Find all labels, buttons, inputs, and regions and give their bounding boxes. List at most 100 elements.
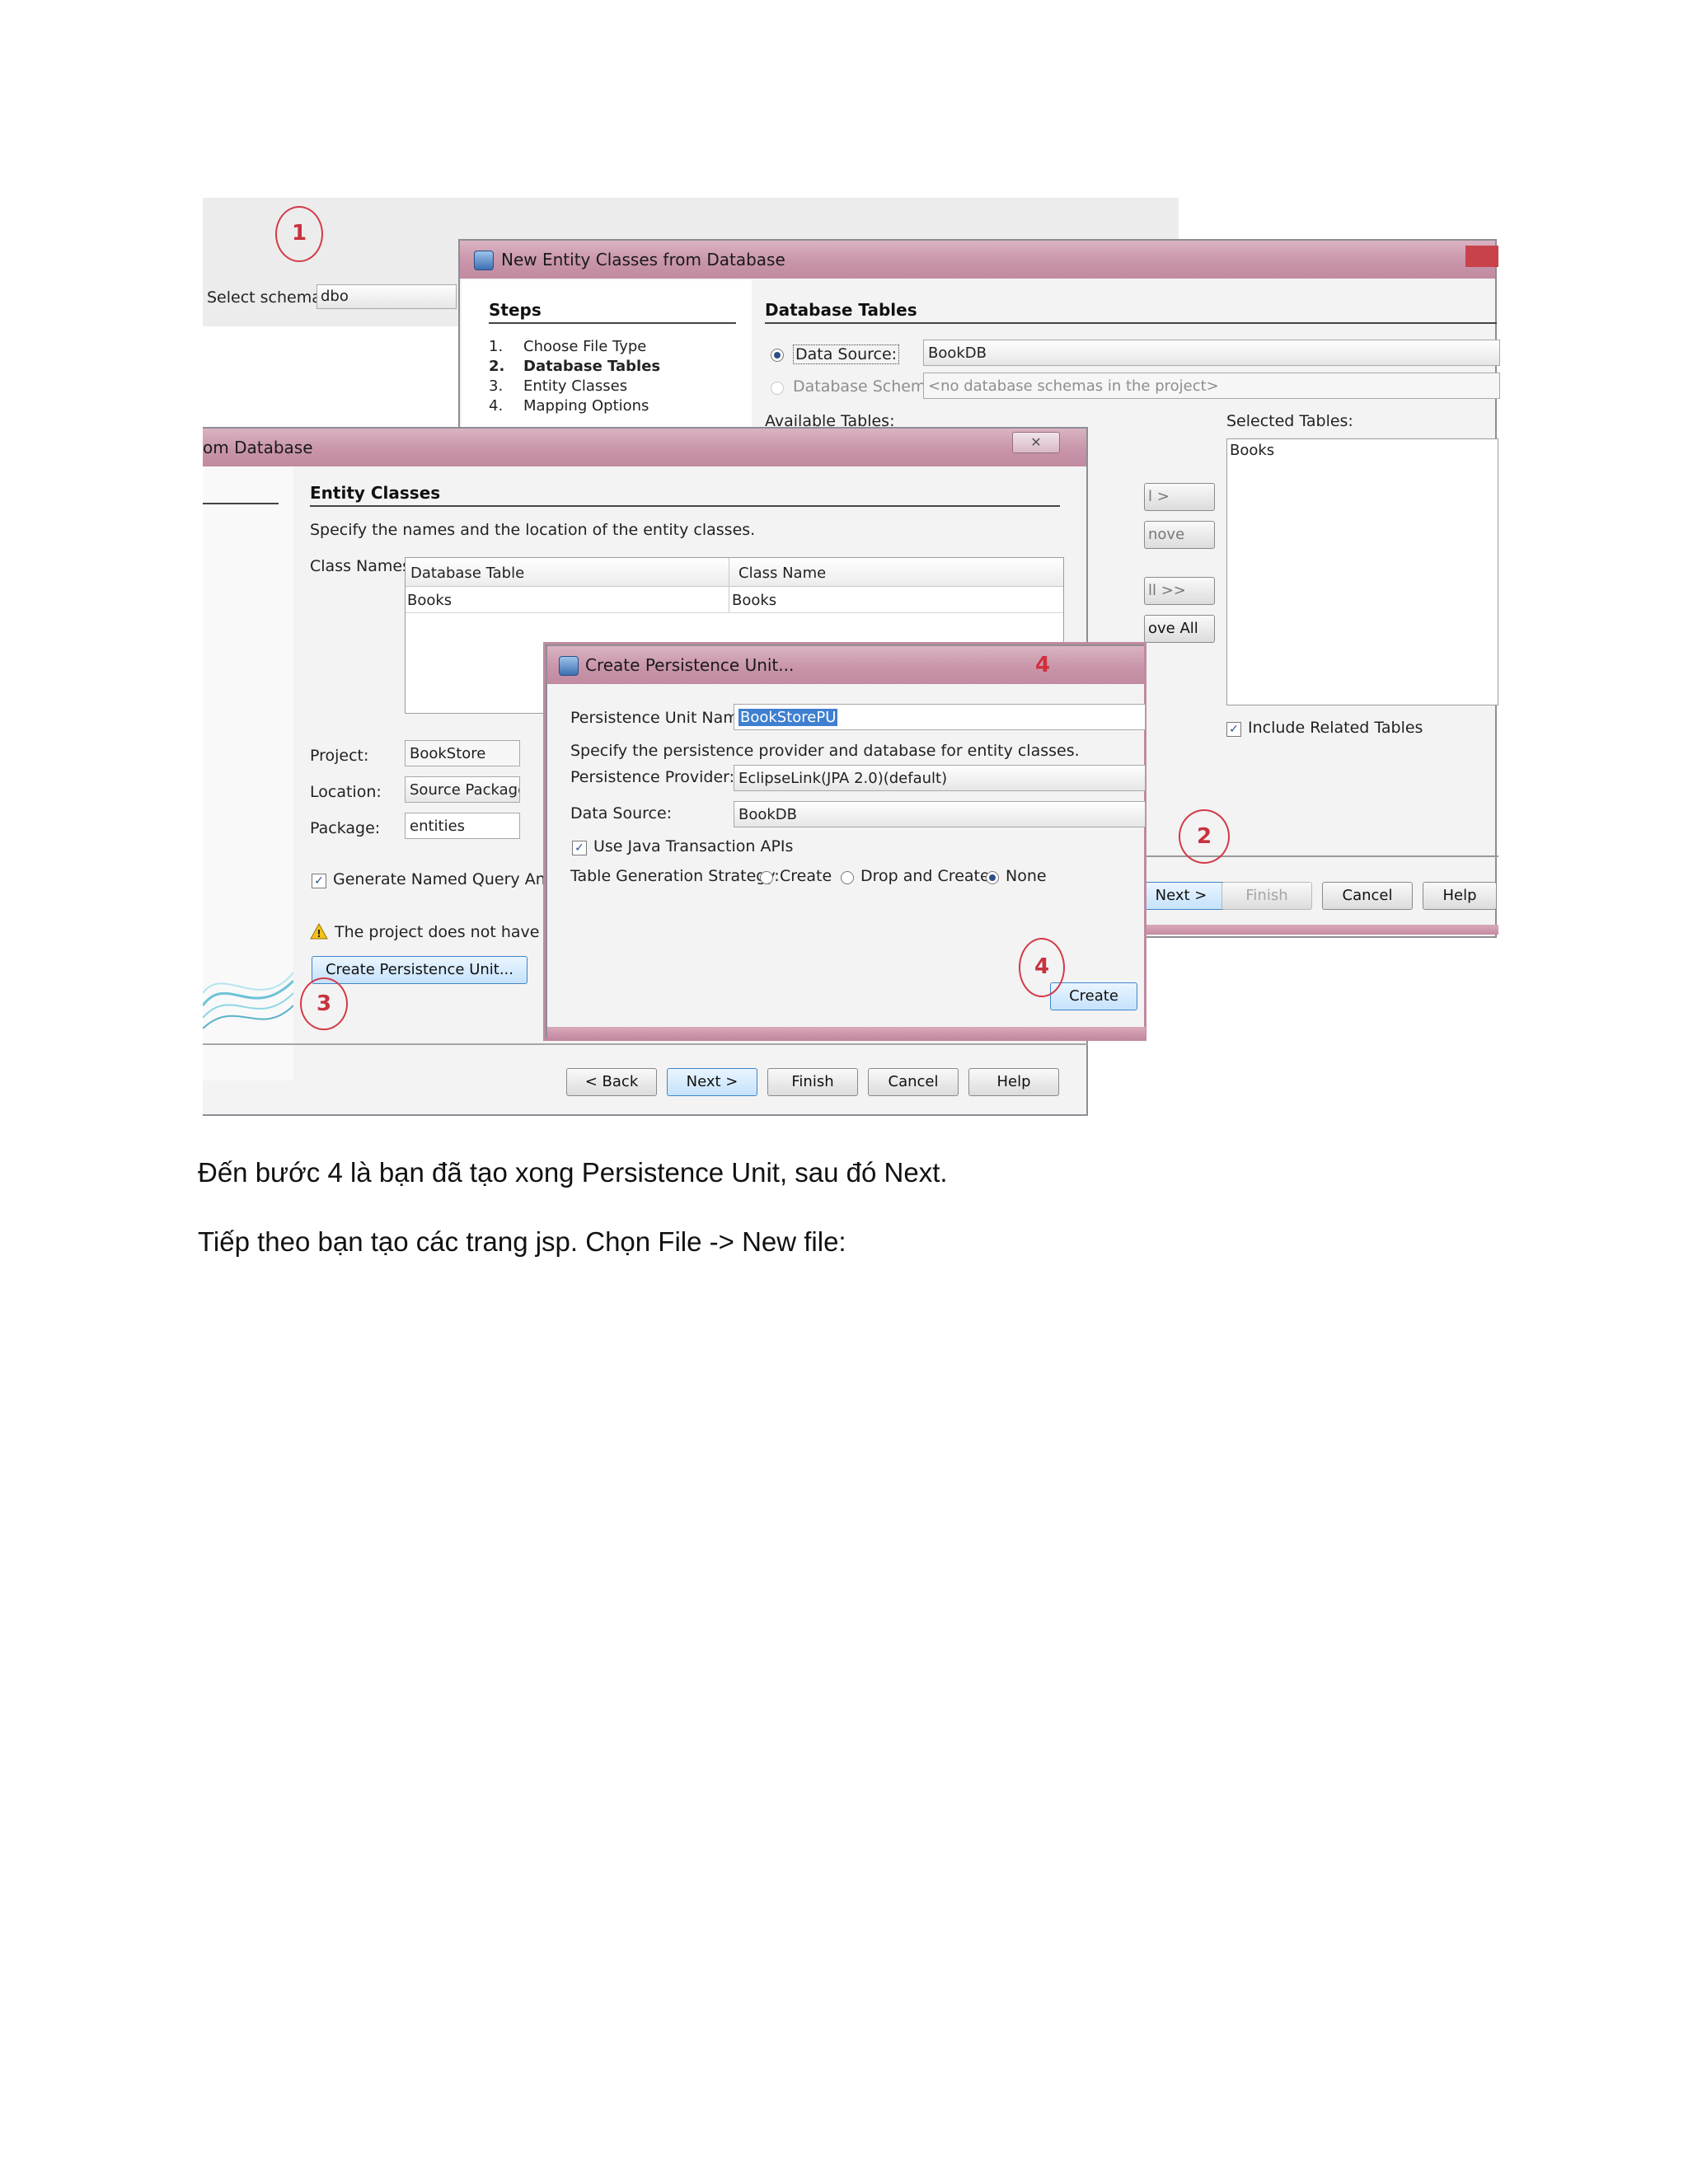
step-label: Database Tables <box>523 358 661 375</box>
data-source-label: Data Source: <box>570 804 673 823</box>
step-marker-4: 4 <box>1019 938 1065 997</box>
selected-tables-list[interactable]: Books <box>1226 438 1498 705</box>
warning-icon: ! <box>310 923 328 940</box>
package-field[interactable]: entities <box>405 813 520 839</box>
step-number: 1. <box>489 338 504 355</box>
list-item[interactable]: Books <box>1230 442 1274 459</box>
step-marker-1: 1 <box>275 206 323 262</box>
dialog2-close-button[interactable]: ✕ <box>1012 432 1060 453</box>
database-schema-label: Database Schema <box>793 377 936 396</box>
entity-classes-rule <box>310 505 1060 507</box>
add-all-button[interactable]: ll >> <box>1144 577 1215 605</box>
svg-text:!: ! <box>316 928 321 940</box>
data-source-radio[interactable] <box>771 349 784 362</box>
provider-select[interactable]: EclipseLink(JPA 2.0)(default) <box>734 765 1146 791</box>
step-item: 4. Mapping Options <box>489 397 649 415</box>
strategy-create-label: Create <box>780 867 832 885</box>
database-tables-rule <box>765 322 1497 324</box>
pu-name-label: Persistence Unit Name: <box>570 709 753 727</box>
dialog1-title: New Entity Classes from Database <box>501 250 785 269</box>
dialog2-cancel-button[interactable]: Cancel <box>868 1068 959 1096</box>
data-source-label: Data Source: <box>793 344 900 364</box>
strategy-drop-create-radio[interactable] <box>841 871 854 884</box>
paragraph-next-jsp: Tiếp theo bạn tạo các trang jsp. Chọn Fi… <box>198 1226 846 1257</box>
step-number: 4. <box>489 397 504 415</box>
remove-button[interactable]: nove <box>1144 521 1215 549</box>
strategy-drop-create-label: Drop and Create <box>860 867 990 885</box>
class-names-label: Class Names: <box>310 557 416 575</box>
dialog2-help-button[interactable]: Help <box>968 1068 1059 1096</box>
include-related-checkbox[interactable]: ✓ <box>1226 722 1241 737</box>
step-number: 2. <box>489 358 505 375</box>
strategy-none-radio[interactable] <box>986 871 999 884</box>
include-related-label: Include Related Tables <box>1248 719 1423 737</box>
close-icon[interactable] <box>1465 246 1498 267</box>
entity-classes-description: Specify the names and the location of th… <box>310 521 756 539</box>
strategy-label: Table Generation Strategy: <box>570 867 780 885</box>
dialog1-next-button[interactable]: Next > <box>1136 882 1226 910</box>
column-header-class-name[interactable]: Class Name <box>738 565 826 582</box>
dialog2-next-button[interactable]: Next > <box>667 1068 757 1096</box>
database-tables-heading: Database Tables <box>765 300 917 320</box>
table-cell: Books <box>407 592 452 609</box>
step-item: 3. Entity Classes <box>489 377 627 395</box>
table-cell[interactable]: Books <box>732 592 776 609</box>
dialog2-finish-button[interactable]: Finish <box>767 1068 858 1096</box>
netbeans-icon <box>474 251 494 270</box>
pu-description: Specify the persistence provider and dat… <box>570 742 1080 760</box>
pu-name-field[interactable]: BookStorePU <box>734 704 1146 730</box>
step-label: Choose File Type <box>523 338 647 355</box>
dialog2-back-button[interactable]: < Back <box>566 1068 657 1096</box>
dialog2-button-separator <box>203 1043 1088 1045</box>
dialog3-title: Create Persistence Unit... <box>585 655 795 675</box>
remove-all-button[interactable]: ove All <box>1144 615 1215 643</box>
jta-checkbox[interactable]: ✓ <box>572 841 587 855</box>
add-button[interactable]: l > <box>1144 483 1215 511</box>
data-source-select[interactable]: BookDB <box>734 801 1146 827</box>
step-label: Mapping Options <box>523 397 649 415</box>
step-marker-3: 3 <box>300 977 348 1030</box>
pu-name-value: BookStorePU <box>738 709 838 726</box>
steps-rule <box>489 322 736 324</box>
warning-text: The project does not have a pe <box>335 923 579 941</box>
table-row[interactable]: Books Books <box>406 588 1063 613</box>
strategy-create-radio[interactable] <box>760 871 773 884</box>
generate-named-query-label: Generate Named Query Annota <box>333 870 581 888</box>
database-schema-select[interactable]: <no database schemas in the project> <box>923 373 1500 399</box>
schema-select[interactable]: dbo <box>316 284 457 309</box>
select-schema-label: Select schema: <box>207 288 327 307</box>
paragraph-step4: Đến bước 4 là bạn đã tạo xong Persistenc… <box>198 1157 948 1188</box>
step-marker-2: 2 <box>1179 809 1230 864</box>
location-select[interactable]: Source Packages <box>405 776 520 803</box>
step4-title-marker: 4 <box>1035 653 1051 677</box>
location-label: Location: <box>310 783 382 801</box>
create-persistence-unit-button[interactable]: Create Persistence Unit... <box>312 956 528 984</box>
dialog1-bottom-band <box>1144 925 1498 935</box>
strategy-none-label: None <box>1006 867 1047 885</box>
dialog3-bottom-band <box>547 1027 1146 1038</box>
dialog1-cancel-button[interactable]: Cancel <box>1322 882 1413 910</box>
dialog2-title: om Database <box>203 438 313 457</box>
provider-label: Persistence Provider: <box>570 768 735 786</box>
screenshot-collage: Select schema: dbo New Entity Classes fr… <box>0 0 1688 1154</box>
column-header-database-table[interactable]: Database Table <box>410 565 524 582</box>
database-schema-radio[interactable] <box>771 382 784 395</box>
project-field[interactable]: BookStore <box>405 740 520 766</box>
step-label: Entity Classes <box>523 377 628 395</box>
create-button[interactable]: Create <box>1050 982 1137 1010</box>
project-label: Project: <box>310 747 369 765</box>
step-item: 2. Database Tables <box>489 358 660 375</box>
dialog2-titlebar[interactable] <box>203 429 1086 466</box>
netbeans-wave-decoration <box>203 972 293 1029</box>
step-item: 1. Choose File Type <box>489 338 646 355</box>
package-label: Package: <box>310 819 381 837</box>
netbeans-icon <box>559 656 579 676</box>
dialog1-finish-button[interactable]: Finish <box>1221 882 1312 910</box>
jta-label: Use Java Transaction APIs <box>593 837 794 855</box>
close-icon: ✕ <box>1030 434 1042 450</box>
steps-heading: Steps <box>489 300 542 320</box>
dialog1-help-button[interactable]: Help <box>1423 882 1497 910</box>
dialog2-left-rule <box>203 503 279 504</box>
generate-named-query-checkbox[interactable]: ✓ <box>312 874 326 888</box>
data-source-select[interactable]: BookDB <box>923 340 1500 366</box>
